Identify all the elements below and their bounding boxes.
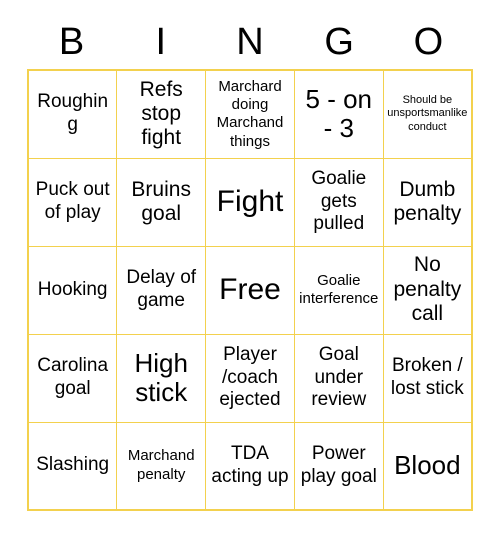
bingo-cell-label: Free: [219, 273, 281, 307]
bingo-cell[interactable]: Delay of game: [116, 245, 207, 335]
bingo-cell-label: Roughing: [37, 91, 109, 136]
bingo-cell[interactable]: Broken / lost stick: [382, 333, 473, 423]
bingo-cell-label: Broken / lost stick: [390, 355, 464, 399]
bingo-cell[interactable]: Goal under review: [293, 333, 384, 423]
bingo-cell-label: No penalty call: [393, 253, 462, 326]
bingo-header-row: B I N G O: [27, 0, 473, 64]
bingo-header-letter-o: O: [413, 21, 444, 63]
bingo-cell[interactable]: 5 - on - 3: [293, 69, 384, 159]
bingo-cell[interactable]: Bruins goal: [116, 157, 207, 247]
bingo-cell[interactable]: TDA acting up: [205, 421, 295, 511]
bingo-cell-label: Dumb penalty: [393, 177, 462, 225]
bingo-row: Carolina goal High stick Player /coach e…: [27, 333, 473, 423]
bingo-cell[interactable]: Slashing: [27, 421, 118, 511]
bingo-cell[interactable]: Player /coach ejected: [205, 333, 295, 423]
bingo-cell[interactable]: High stick: [116, 333, 207, 423]
bingo-cell-label: Player /coach ejected: [219, 343, 281, 411]
bingo-row: Puck out of play Bruins goal Fight Goali…: [27, 157, 473, 247]
bingo-cell-label: Bruins goal: [131, 177, 191, 225]
bingo-cell[interactable]: Power play goal: [293, 421, 384, 511]
bingo-cell-label: Power play goal: [300, 442, 377, 487]
bingo-cell-label: Goal under review: [311, 343, 367, 411]
bingo-cell-label: Fight: [216, 185, 284, 219]
bingo-header-letter-g: G: [324, 21, 354, 63]
bingo-cell[interactable]: Goalie interference: [293, 245, 384, 335]
bingo-cell-label: Carolina goal: [37, 355, 109, 399]
bingo-row: Slashing Marchand penalty TDA acting up …: [27, 421, 473, 511]
bingo-grid-body: Roughing Refs stop fight Marchard doing …: [27, 69, 473, 511]
bingo-cell-label: Should be unsportsmanlike conduct: [387, 93, 468, 134]
bingo-cell-label: Hooking: [37, 278, 108, 300]
bingo-cell-label: High stick: [134, 347, 188, 407]
bingo-cell-label: TDA acting up: [211, 442, 289, 487]
bingo-cell[interactable]: Roughing: [27, 69, 118, 159]
bingo-cell[interactable]: Dumb penalty: [382, 157, 473, 247]
bingo-header-letter-n: N: [236, 21, 264, 63]
bingo-cell-label: Marchand penalty: [127, 447, 195, 483]
bingo-grid: Roughing Refs stop fight Marchard doing …: [27, 69, 473, 511]
bingo-card: B I N G O Roughing Refs stop fight March…: [0, 0, 500, 544]
bingo-cell-free[interactable]: Free: [205, 245, 295, 335]
bingo-cell-label: Puck out of play: [35, 179, 110, 223]
bingo-cell[interactable]: Puck out of play: [27, 157, 118, 247]
bingo-cell[interactable]: Goalie gets pulled: [293, 157, 384, 247]
bingo-cell-label: Refs stop fight: [139, 77, 183, 150]
bingo-cell-label: Goalie gets pulled: [311, 167, 367, 235]
bingo-cell-label: Marchard doing Marchand things: [216, 77, 284, 150]
bingo-cell[interactable]: Blood: [382, 421, 473, 511]
bingo-header-letter-i: I: [155, 21, 167, 63]
bingo-cell[interactable]: No penalty call: [382, 245, 473, 335]
bingo-cell[interactable]: Fight: [205, 157, 295, 247]
bingo-cell[interactable]: Marchand penalty: [116, 421, 207, 511]
bingo-cell[interactable]: Hooking: [27, 245, 118, 335]
bingo-row: Roughing Refs stop fight Marchard doing …: [27, 69, 473, 159]
bingo-cell[interactable]: Carolina goal: [27, 333, 118, 423]
bingo-cell-label: Goalie interference: [299, 271, 379, 307]
bingo-row: Hooking Delay of game Free Goalie interf…: [27, 245, 473, 335]
bingo-cell-label: 5 - on - 3: [305, 84, 373, 144]
bingo-cell[interactable]: Should be unsportsmanlike conduct: [382, 69, 473, 159]
bingo-cell-label: Blood: [394, 450, 461, 481]
bingo-cell[interactable]: Refs stop fight: [116, 69, 207, 159]
bingo-cell-label: Slashing: [36, 454, 110, 476]
bingo-header-letter-b: B: [58, 21, 85, 63]
bingo-cell[interactable]: Marchard doing Marchand things: [205, 69, 295, 159]
bingo-cell-label: Delay of game: [126, 267, 197, 311]
